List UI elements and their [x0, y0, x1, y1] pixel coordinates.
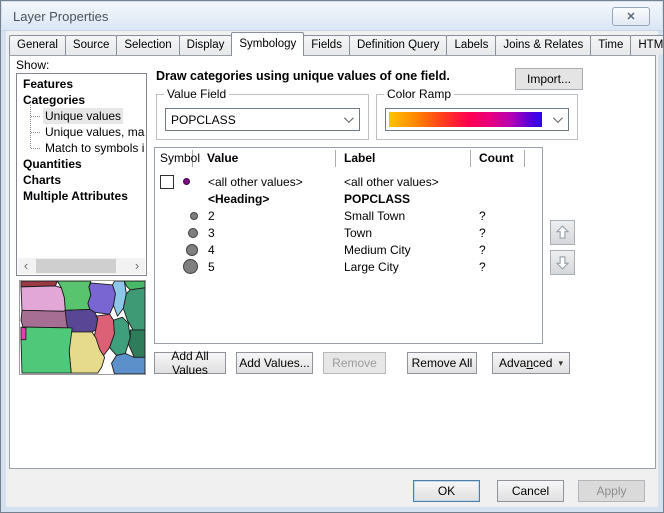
- values-table: Symbol Value Label Count <all other valu…: [154, 147, 543, 344]
- table-header: Symbol Value Label Count: [155, 148, 542, 169]
- tree-item-unique-values-many[interactable]: Unique values, many: [21, 124, 145, 140]
- map-state: [21, 286, 65, 311]
- color-ramp-label: Color Ramp: [384, 87, 454, 101]
- arrow-up-icon: [553, 223, 572, 242]
- table-row-medium-city[interactable]: 4 Medium City ?: [155, 241, 542, 258]
- table-row-heading[interactable]: <Heading> POPCLASS: [155, 190, 542, 207]
- value-field-label: Value Field: [164, 87, 229, 101]
- show-label: Show:: [16, 58, 49, 72]
- layer-properties-dialog: Layer Properties ✕ General Source Select…: [0, 0, 664, 513]
- color-ramp-swatch: [389, 112, 542, 127]
- remove-button[interactable]: Remove: [323, 352, 386, 374]
- arrow-down-icon: [553, 253, 572, 272]
- class-symbol[interactable]: [183, 259, 198, 274]
- tab-definition-query[interactable]: Definition Query: [349, 35, 447, 55]
- scrollbar-thumb[interactable]: [36, 259, 116, 273]
- add-values-button[interactable]: Add Values...: [236, 352, 313, 374]
- tree-item-features[interactable]: Features: [21, 76, 145, 92]
- map-state: [88, 283, 116, 314]
- title-bar: Layer Properties ✕: [2, 2, 662, 31]
- value-field-group: Value Field POPCLASS: [156, 94, 369, 140]
- table-row-town[interactable]: 3 Town ?: [155, 224, 542, 241]
- scroll-right-icon[interactable]: ›: [129, 259, 145, 273]
- color-ramp-group: Color Ramp: [376, 94, 578, 140]
- tab-display[interactable]: Display: [179, 35, 233, 55]
- tree-branch-icon: [31, 116, 40, 117]
- ok-button[interactable]: OK: [413, 480, 480, 502]
- chevron-down-icon: [553, 113, 563, 123]
- horizontal-scrollbar[interactable]: ‹ ›: [18, 258, 145, 274]
- column-symbol: Symbol: [155, 150, 193, 167]
- apply-button[interactable]: Apply: [578, 480, 645, 502]
- advanced-button-label: Advanced: [499, 356, 552, 370]
- map-state: [21, 327, 72, 373]
- close-icon: ✕: [626, 11, 635, 23]
- table-row-all-other-values[interactable]: <all other values> <all other values>: [155, 173, 542, 190]
- cancel-button[interactable]: Cancel: [497, 480, 564, 502]
- tree-item-quantities[interactable]: Quantities: [21, 156, 145, 172]
- move-up-button[interactable]: [550, 220, 575, 245]
- show-tree: Features Categories Unique values Unique…: [16, 73, 147, 276]
- tab-joins-relates[interactable]: Joins & Relates: [495, 35, 591, 55]
- class-symbol[interactable]: [186, 244, 198, 256]
- table-row-small-town[interactable]: 2 Small Town ?: [155, 207, 542, 224]
- tab-time[interactable]: Time: [590, 35, 631, 55]
- value-field-value: POPCLASS: [166, 113, 236, 127]
- value-field-select[interactable]: POPCLASS: [165, 108, 360, 131]
- tree-item-multiple-attributes[interactable]: Multiple Attributes: [21, 188, 145, 204]
- all-other-values-symbol[interactable]: [183, 178, 190, 185]
- tab-general[interactable]: General: [9, 35, 66, 55]
- map-preview: [19, 280, 146, 375]
- tab-selection[interactable]: Selection: [116, 35, 179, 55]
- close-button[interactable]: ✕: [612, 7, 650, 26]
- tree-item-unique-values[interactable]: Unique values: [21, 108, 145, 124]
- tab-source[interactable]: Source: [65, 35, 117, 55]
- remove-all-button[interactable]: Remove All: [407, 352, 477, 374]
- tab-labels[interactable]: Labels: [446, 35, 496, 55]
- window-title: Layer Properties: [13, 9, 108, 24]
- all-other-values-checkbox[interactable]: [160, 175, 174, 189]
- tree-item-match-to-symbols[interactable]: Match to symbols in a: [21, 140, 145, 156]
- tab-fields[interactable]: Fields: [303, 35, 350, 55]
- panel-heading: Draw categories using unique values of o…: [156, 69, 450, 83]
- column-label: Label: [336, 150, 471, 167]
- class-symbol[interactable]: [190, 212, 198, 220]
- map-state: [128, 330, 145, 357]
- dropdown-arrow-icon: ▾: [558, 358, 563, 369]
- scroll-left-icon[interactable]: ‹: [18, 259, 34, 273]
- tab-symbology[interactable]: Symbology: [231, 32, 304, 56]
- column-count: Count: [471, 150, 525, 167]
- import-button[interactable]: Import...: [515, 68, 583, 90]
- tree-item-charts[interactable]: Charts: [21, 172, 145, 188]
- move-down-button[interactable]: [550, 250, 575, 275]
- color-ramp-select[interactable]: [385, 108, 569, 131]
- symbology-tab-panel: Show: Features Categories Unique values …: [9, 55, 656, 469]
- class-symbol[interactable]: [188, 228, 198, 238]
- table-row-large-city[interactable]: 5 Large City ?: [155, 258, 542, 275]
- advanced-button[interactable]: Advanced ▾: [492, 352, 570, 374]
- chevron-down-icon: [344, 113, 354, 123]
- tree-item-categories[interactable]: Categories: [21, 92, 145, 108]
- map-state: [21, 327, 26, 340]
- column-value: Value: [193, 150, 336, 167]
- tree-branch-icon: [31, 132, 40, 133]
- tab-html-popup[interactable]: HTML Popup: [630, 35, 664, 55]
- tab-bar: General Source Selection Display Symbolo…: [9, 33, 664, 55]
- add-all-values-button[interactable]: Add All Values: [154, 352, 226, 374]
- tree-branch-icon: [31, 148, 40, 149]
